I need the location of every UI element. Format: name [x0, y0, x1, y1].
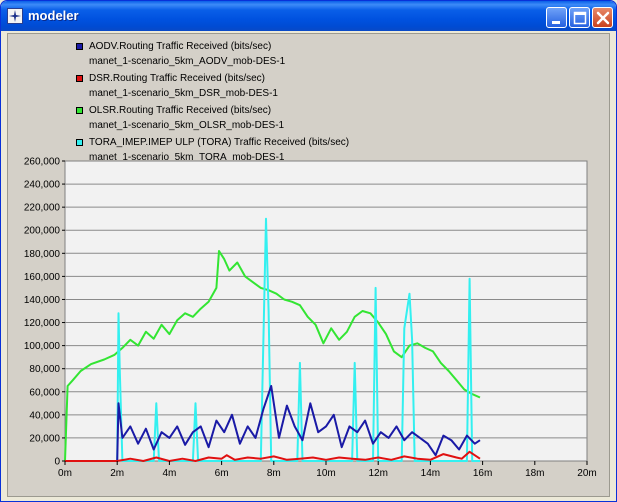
x-tick-label: 12m	[368, 468, 387, 479]
window-title: modeler	[28, 8, 79, 23]
y-tick-label: 220,000	[24, 203, 61, 214]
y-axis: 0 20,000 40,000 60,000 80,000 100,000 120,000 1…	[24, 157, 65, 468]
x-tick-label: 10m	[316, 468, 335, 479]
y-tick-label: 180,000	[24, 249, 61, 260]
y-tick-label: 0	[54, 457, 60, 468]
y-tick-label: 20,000	[29, 433, 60, 444]
maximize-button[interactable]	[569, 7, 590, 28]
close-button[interactable]	[592, 7, 613, 28]
maximize-icon	[573, 11, 587, 25]
app-icon	[7, 8, 23, 24]
title-bar[interactable]: modeler	[1, 1, 616, 31]
close-icon	[596, 11, 610, 25]
y-tick-label: 40,000	[29, 410, 60, 421]
x-tick-label: 16m	[473, 468, 492, 479]
y-tick-label: 140,000	[24, 295, 61, 306]
sparkle-icon	[9, 10, 21, 22]
plot-panel: AODV.Routing Traffic Received (bits/sec)…	[7, 33, 610, 497]
x-axis: 0m 2m 4m 6m 8m 10m 12m 14m 16m 18m 20m	[58, 461, 597, 479]
y-tick-label: 260,000	[24, 157, 61, 168]
x-tick-label: 18m	[525, 468, 544, 479]
y-tick-label: 100,000	[24, 341, 61, 352]
y-tick-label: 120,000	[24, 318, 61, 329]
y-tick-label: 200,000	[24, 226, 61, 237]
minimize-icon	[552, 21, 560, 24]
client-area: AODV.Routing Traffic Received (bits/sec)…	[6, 32, 611, 498]
y-tick-label: 160,000	[24, 272, 61, 283]
y-tick-label: 80,000	[29, 364, 60, 375]
y-tick-label: 60,000	[29, 387, 60, 398]
x-tick-label: 4m	[162, 468, 176, 479]
y-tick-label: 240,000	[24, 180, 61, 191]
x-tick-label: 6m	[215, 468, 229, 479]
x-tick-label: 2m	[110, 468, 124, 479]
x-tick-label: 8m	[267, 468, 281, 479]
x-tick-label: 0m	[58, 468, 72, 479]
plot-area	[64, 160, 588, 462]
x-tick-label: 14m	[421, 468, 440, 479]
line-chart: 0 20,000 40,000 60,000 80,000 100,000 120,000 1…	[24, 157, 597, 480]
x-tick-label: 20m	[577, 468, 596, 479]
app-window: modeler AODV.Routing Traffic Received (b…	[0, 0, 617, 502]
minimize-button[interactable]	[546, 7, 567, 28]
